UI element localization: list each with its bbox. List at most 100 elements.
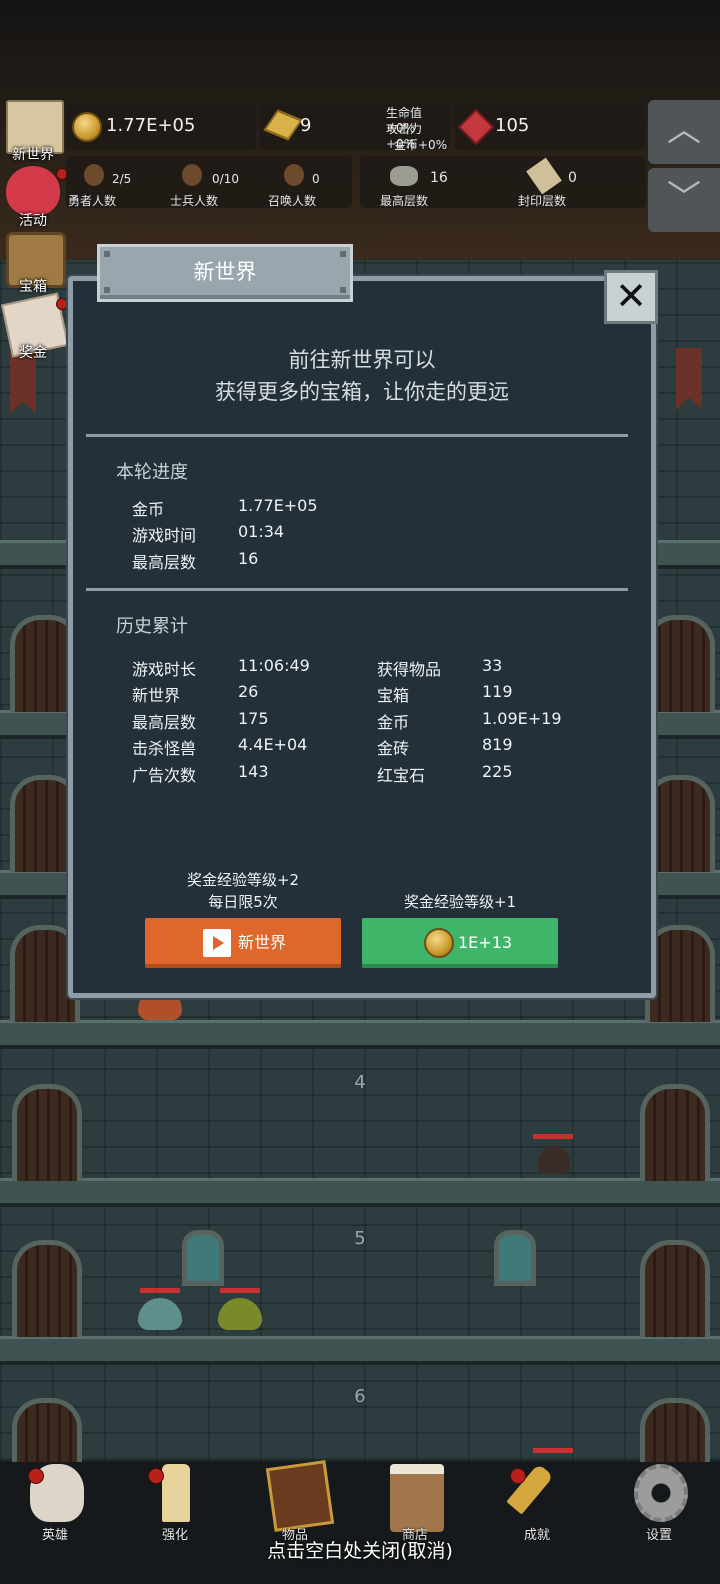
ruby-resource: 105 <box>455 102 645 150</box>
scroll-up-button[interactable]: ︿ <box>648 100 720 164</box>
divider <box>86 588 628 591</box>
hero-count-label: 勇者人数 <box>68 194 117 208</box>
floor-ledge <box>0 1178 720 1207</box>
history-label: 金砖 <box>377 739 410 758</box>
history-value: 26 <box>238 682 259 701</box>
side-bonus-button[interactable]: 奖金 <box>0 292 69 362</box>
dungeon-door <box>640 1084 710 1181</box>
history-label: 金币 <box>377 713 410 732</box>
history-value: 175 <box>238 709 269 728</box>
soldier-icon <box>182 164 202 186</box>
history-label: 宝箱 <box>377 686 410 705</box>
soldier-count: 0/10 <box>212 172 239 186</box>
nav-heroes[interactable]: 英雄 <box>0 1464 110 1544</box>
history-label: 广告次数 <box>132 766 197 785</box>
summon-icon <box>284 164 304 186</box>
history-value: 119 <box>482 682 513 701</box>
side-bonus-label: 奖金 <box>19 345 47 361</box>
daily-limit-caption: 每日限5次 <box>208 893 278 911</box>
floor-number: 4 <box>354 1072 366 1093</box>
dungeon-door <box>640 1240 710 1337</box>
scroll-down-button[interactable]: ﹀ <box>648 168 720 232</box>
side-new-world-button[interactable]: 新世界 <box>0 100 66 164</box>
side-chest-button[interactable]: 宝箱 <box>0 232 66 296</box>
gold-bar-icon <box>263 109 303 141</box>
nav-achievements[interactable]: 成就 <box>482 1463 592 1544</box>
history-label: 新世界 <box>132 686 181 705</box>
floor-ledge <box>0 1020 720 1049</box>
history-value: 819 <box>482 735 513 754</box>
gear-icon <box>634 1464 688 1522</box>
sealed-floor-count: 0 <box>568 170 577 186</box>
pay-gold-button-label: 1E+13 <box>458 933 513 952</box>
enemy-hp-bar <box>533 1134 573 1139</box>
max-floor-label: 最高层数 <box>380 194 429 208</box>
intro-line-1: 前往新世界可以 <box>288 348 436 372</box>
soldier-count-label: 士兵人数 <box>170 194 219 208</box>
chevron-down-icon: ﹀ <box>667 178 701 218</box>
rivet <box>340 251 346 257</box>
gold-amount: 1.77E+05 <box>106 115 196 136</box>
nav-upgrade[interactable]: 强化 <box>120 1464 230 1544</box>
floor-number: 6 <box>354 1386 366 1407</box>
dialog-title: 新世界 <box>193 260 257 284</box>
history-label: 获得物品 <box>377 660 442 679</box>
party-stats: 2/5 勇者人数 0/10 士兵人数 0 召唤人数 <box>66 156 352 208</box>
history-value: 11:06:49 <box>238 656 310 675</box>
history-title: 历史累计 <box>116 616 188 637</box>
round-time-label: 游戏时间 <box>132 526 197 545</box>
ruby-icon <box>457 108 495 146</box>
spider-enemy <box>538 1146 570 1174</box>
history-label: 最高层数 <box>132 713 197 732</box>
gold-bonus-text: 金币+0% <box>394 138 448 152</box>
pay-gold-new-world-button[interactable]: 1E+13 <box>362 918 558 968</box>
tap-to-close-hint[interactable]: 点击空白处关闭(取消) <box>0 1536 720 1563</box>
divider <box>86 434 628 437</box>
enemy-hp-bar <box>533 1448 573 1453</box>
dungeon-door <box>12 1084 82 1181</box>
dialog-title-plate: 新世界 <box>97 244 353 302</box>
ad-bonus-caption: 奖金经验等级+2 <box>186 871 300 889</box>
rivet <box>340 287 346 293</box>
round-gold-label: 金币 <box>132 500 165 519</box>
gold-coin-icon <box>72 112 102 142</box>
hero-count: 2/5 <box>112 172 132 186</box>
side-event-label: 活动 <box>19 213 47 229</box>
scroll-icon <box>526 157 562 195</box>
heart-icon <box>6 166 60 216</box>
mug-icon <box>390 1464 444 1532</box>
history-value: 143 <box>238 762 269 781</box>
close-button[interactable]: ✕ <box>604 270 658 324</box>
intro-line-2: 获得更多的宝箱，让你走的更远 <box>215 380 509 404</box>
candle-icon <box>162 1464 190 1522</box>
round-progress-title: 本轮进度 <box>116 462 188 483</box>
enemy-hp-bar <box>140 1288 180 1293</box>
stone-icon <box>390 166 418 186</box>
ruby-amount: 105 <box>495 115 530 136</box>
round-max-floor-value: 16 <box>238 549 259 568</box>
enemy-hp-bar <box>220 1288 260 1293</box>
hero-icon <box>84 164 104 186</box>
rivet <box>104 287 110 293</box>
max-floor-count: 16 <box>430 170 448 186</box>
history-value: 1.09E+19 <box>482 709 562 728</box>
floor-ledge <box>0 1336 720 1365</box>
nav-settings[interactable]: 设置 <box>604 1464 714 1544</box>
notification-dot <box>148 1468 164 1484</box>
nav-shop[interactable]: 商店 <box>360 1464 470 1544</box>
gold-resource: 1.77E+05 <box>66 102 256 150</box>
round-gold-value: 1.77E+05 <box>238 496 318 515</box>
notification-dot <box>510 1468 526 1484</box>
video-play-icon <box>203 929 231 957</box>
watch-ad-button-label: 新世界 <box>238 933 287 952</box>
nav-items[interactable]: 物品 <box>240 1460 350 1544</box>
gold-coin-icon <box>424 928 454 958</box>
floor-number: 5 <box>354 1228 366 1249</box>
summon-count-label: 召唤人数 <box>268 194 317 208</box>
side-new-world-label: 新世界 <box>12 147 54 163</box>
watch-ad-new-world-button[interactable]: 新世界 <box>145 918 341 968</box>
history-label: 击杀怪兽 <box>132 739 197 758</box>
round-time-value: 01:34 <box>238 522 285 541</box>
notification-dot <box>56 298 68 310</box>
gold-bonus-caption: 奖金经验等级+1 <box>403 893 517 911</box>
